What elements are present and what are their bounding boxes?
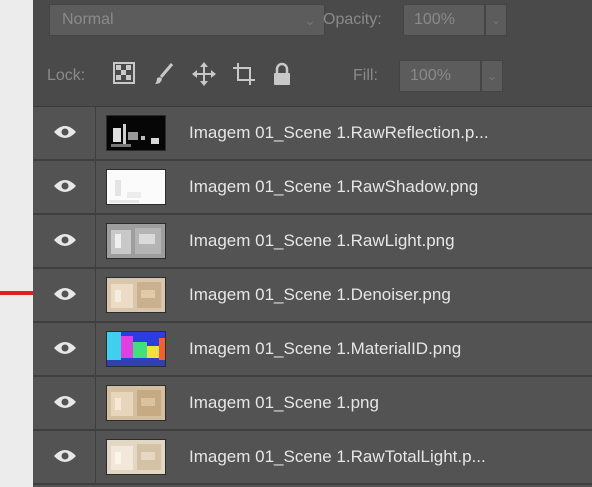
visibility-toggle[interactable] [33, 107, 96, 159]
blend-mode-select[interactable]: Normal ⌄ [49, 4, 325, 36]
move-lock-icon[interactable] [191, 62, 217, 88]
visibility-toggle[interactable] [33, 323, 96, 375]
opacity-dropdown-button[interactable]: ⌄ [485, 4, 507, 36]
layer-thumbnail [106, 385, 166, 421]
layer-thumbnail [106, 439, 166, 475]
layer-row[interactable]: Imagem 01_Scene 1.png [33, 377, 592, 431]
eye-icon [54, 342, 76, 354]
artboard-lock-icon[interactable] [231, 62, 257, 88]
eye-icon [54, 234, 76, 246]
visibility-toggle[interactable] [33, 161, 96, 213]
visibility-toggle[interactable] [33, 377, 96, 429]
layer-name: Imagem 01_Scene 1.RawReflection.p... [189, 123, 489, 142]
eye-icon [54, 126, 76, 138]
layer-thumbnail [106, 277, 166, 313]
layer-name: Imagem 01_Scene 1.Denoiser.png [189, 285, 451, 304]
checkerboard-lock-icon[interactable] [111, 62, 137, 88]
opacity-input[interactable]: 100% [403, 4, 485, 36]
eye-icon [54, 396, 76, 408]
layer-name: Imagem 01_Scene 1.RawTotalLight.p... [189, 447, 486, 466]
layer-row[interactable]: Imagem 01_Scene 1.RawShadow.png [33, 161, 592, 215]
chevron-down-icon: ⌄ [304, 12, 316, 28]
blend-options-bar: Normal ⌄ Opacity: 100% ⌄ [33, 0, 592, 49]
layer-name: Imagem 01_Scene 1.RawLight.png [189, 231, 455, 250]
layer-row[interactable]: Imagem 01_Scene 1.RawReflection.p... [33, 107, 592, 161]
eye-icon [54, 450, 76, 462]
layers-panel: Normal ⌄ Opacity: 100% ⌄ Lock: Fill: 100… [33, 0, 592, 487]
layer-list: Imagem 01_Scene 1.RawReflection.p... Ima… [33, 107, 592, 485]
layer-thumbnail [106, 115, 166, 151]
layer-name: Imagem 01_Scene 1.png [189, 393, 379, 412]
lock-label: Lock: [47, 67, 86, 84]
layer-row[interactable]: Imagem 01_Scene 1.MaterialID.png [33, 323, 592, 377]
blend-mode-value: Normal [62, 11, 114, 28]
opacity-label: Opacity: [323, 11, 382, 28]
fill-input[interactable]: 100% [399, 60, 481, 92]
padlock-icon[interactable] [269, 62, 295, 88]
visibility-toggle[interactable] [33, 215, 96, 267]
layer-thumbnail [106, 223, 166, 259]
layer-row[interactable]: Imagem 01_Scene 1.RawLight.png [33, 215, 592, 269]
layer-name: Imagem 01_Scene 1.RawShadow.png [189, 177, 479, 196]
brush-lock-icon[interactable] [151, 62, 177, 88]
visibility-toggle[interactable] [33, 431, 96, 483]
lock-options-bar: Lock: Fill: 100% ⌄ [33, 48, 592, 107]
eye-icon [54, 180, 76, 192]
layer-row[interactable]: Imagem 01_Scene 1.RawTotalLight.p... [33, 431, 592, 485]
layer-thumbnail [106, 331, 166, 367]
fill-dropdown-button[interactable]: ⌄ [481, 60, 503, 92]
eye-icon [54, 288, 76, 300]
visibility-toggle[interactable] [33, 269, 96, 321]
layer-thumbnail [106, 169, 166, 205]
layer-name: Imagem 01_Scene 1.MaterialID.png [189, 339, 462, 358]
fill-label: Fill: [353, 67, 378, 84]
layer-row[interactable]: Imagem 01_Scene 1.Denoiser.png [33, 269, 592, 323]
